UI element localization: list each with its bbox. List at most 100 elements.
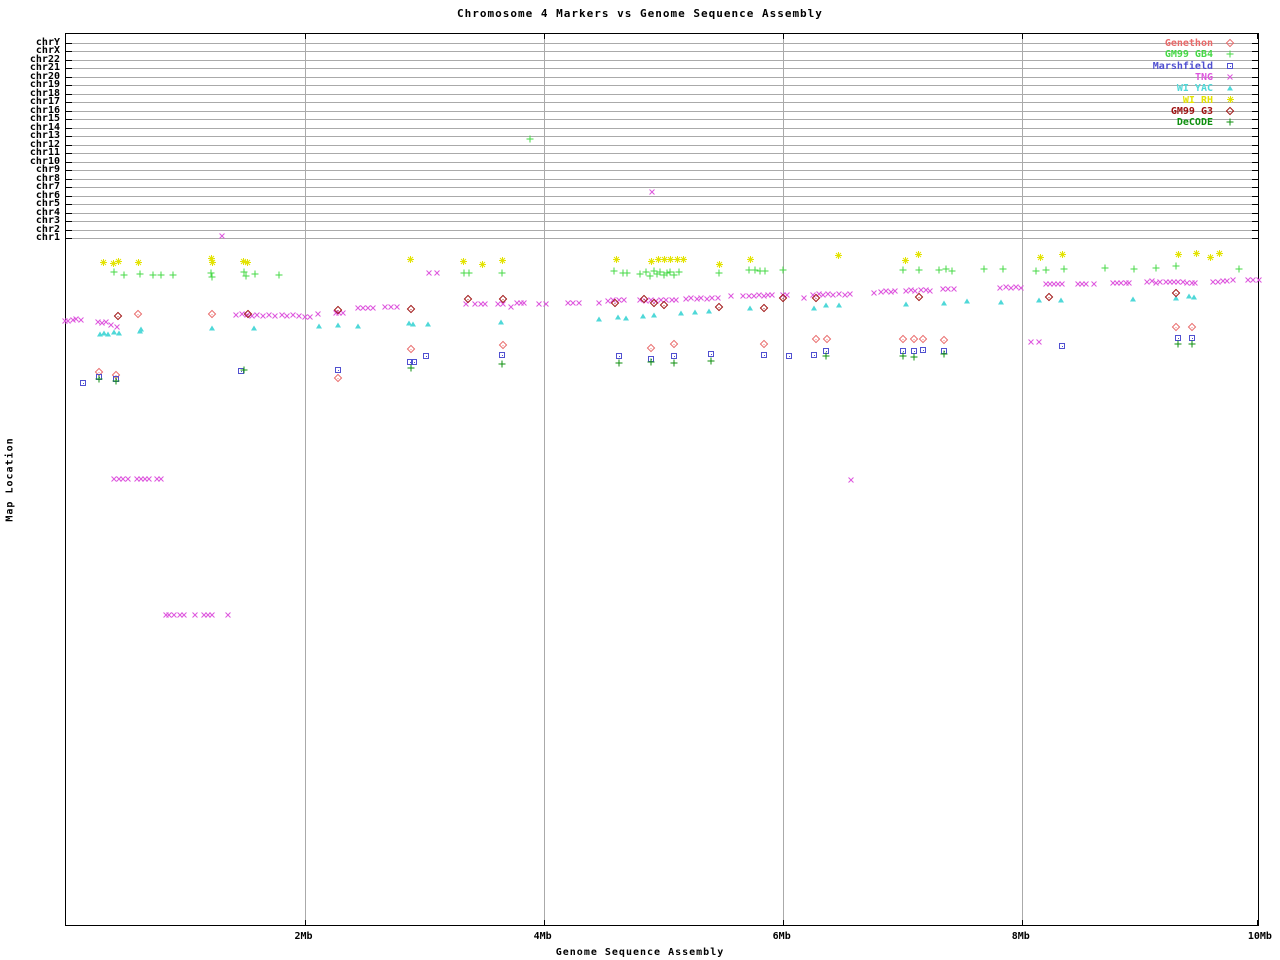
- : [1177, 340, 1179, 348]
- data-point-gm99-gb4: [623, 269, 631, 277]
- data-point-wi-rh: [407, 255, 415, 263]
- data-point-genethon: [498, 340, 508, 350]
- : [463, 269, 464, 277]
- gridline-horizontal: [66, 170, 1258, 172]
- data-point-marshfield: [670, 353, 677, 359]
- data-point-gm99-gb4: [169, 271, 177, 279]
- data-point-gm99-gb4: [149, 271, 157, 279]
- : [1175, 262, 1177, 270]
- : [501, 269, 503, 277]
- x-tick-mark: [1257, 34, 1258, 39]
- data-point-marshfield: [785, 353, 792, 359]
- data-point-wi-yac: [595, 316, 602, 322]
- chart-title: Chromosome 4 Markers vs Genome Sequence …: [457, 7, 823, 20]
- data-point-gm99-gb4: [999, 265, 1007, 273]
- legend-row: WI YAC: [66, 83, 1213, 94]
- data-point-tng: [541, 299, 551, 309]
- x-tick-label: 4Mb: [533, 931, 552, 942]
- data-point-wi-rh: [1037, 253, 1045, 261]
- data-point-gm99-gb4: [120, 271, 128, 279]
- : [1104, 264, 1106, 272]
- y-tick-mark: [1252, 221, 1258, 223]
- data-point-decode: [1174, 340, 1182, 348]
- : [945, 265, 947, 273]
- data-point-wi-rh: [1192, 249, 1200, 257]
- data-point-wi-yac: [623, 315, 630, 321]
- data-point-tng: [217, 231, 227, 241]
- data-point-decode: [112, 377, 120, 385]
- data-point-genethon: [822, 334, 832, 344]
- data-point-marshfield: [760, 352, 767, 358]
- data-point-wi-rh: [460, 257, 467, 265]
- data-point-decode: [707, 357, 715, 365]
- y-tick-mark: [1252, 43, 1258, 44]
- data-point-gm99-gb4: [915, 266, 923, 274]
- data-point-wi-yac: [692, 309, 699, 315]
- data-point-gm99-gb4: [136, 270, 144, 278]
- data-point-gm99-gb4: [1172, 262, 1180, 270]
- legend-label-wi-yac: WI YAC: [1176, 83, 1213, 95]
- : [673, 359, 675, 367]
- data-point-genethon: [333, 373, 343, 383]
- data-point-gm99-gb4: [526, 135, 534, 143]
- y-tick-mark: [1252, 110, 1258, 112]
- : [1035, 267, 1037, 275]
- legend-label-marshfield: Marshfield: [1152, 60, 1213, 72]
- data-point-decode: [240, 366, 248, 374]
- data-point-wi-yac: [998, 299, 1005, 305]
- legend-label-gm99-g3: GM99 G3: [1170, 105, 1213, 117]
- x-tick-mark: [782, 920, 784, 925]
- data-point-tng: [432, 268, 442, 278]
- data-point-gm99-g3: [1045, 292, 1054, 302]
- : [618, 359, 620, 367]
- data-point-legend-tng: [1225, 72, 1235, 82]
- data-point-gm99-g3: [715, 302, 724, 312]
- data-point-wi-yac: [1129, 296, 1136, 302]
- y-tick-mark: [1252, 195, 1258, 197]
- data-point-genethon: [939, 335, 949, 345]
- y-tick-mark: [66, 212, 72, 214]
- data-point-gm99-gb4: [251, 270, 259, 278]
- data-point-gm99-gb4: [899, 266, 907, 274]
- data-point-wi-yac: [963, 298, 970, 304]
- data-point-genethon: [406, 344, 416, 354]
- y-tick-mark: [1252, 161, 1258, 163]
- plot-area: Genethon GM99 GB4 Marshfield TNG WI YAC WI RH…: [62, 33, 1262, 926]
- data-point-decode: [670, 359, 678, 367]
- gridline-vertical: [1021, 34, 1023, 925]
- data-point-gm99-gb4: [275, 271, 283, 279]
- legend-label-decode: DeCODE: [1176, 117, 1213, 129]
- data-point-gm99-gb4: [1032, 267, 1040, 275]
- data-point-wi-yac: [209, 325, 216, 331]
- gridline-horizontal: [66, 136, 1258, 138]
- data-point-wi-yac: [116, 330, 123, 336]
- : [1238, 265, 1240, 273]
- : [1063, 265, 1065, 273]
- gridline-horizontal: [66, 204, 1258, 206]
- legend-label-gm99-gb4: GM99 GB4: [1164, 49, 1213, 61]
- : [1229, 50, 1231, 58]
- data-point-genethon: [811, 334, 821, 344]
- data-point-marshfield: [80, 380, 87, 386]
- : [160, 271, 162, 279]
- data-point-tng: [190, 610, 200, 620]
- data-point-gm99-gb4: [1060, 265, 1068, 273]
- gridline-horizontal: [66, 195, 1258, 197]
- data-point-genethon: [646, 343, 656, 353]
- data-point-gm99-gb4: [208, 273, 216, 281]
- : [918, 266, 920, 274]
- data-point-marshfield: [707, 351, 714, 357]
- data-point-marshfield: [810, 352, 817, 358]
- data-point-legend-gm99-gb4: [1226, 50, 1234, 58]
- data-point-genethon: [208, 309, 217, 319]
- data-point-decode: [899, 352, 907, 360]
- x-tick-label: 2Mb: [294, 931, 313, 942]
- data-point-tng: [1089, 279, 1099, 289]
- legend-label-genethon: Genethon: [1164, 38, 1213, 49]
- data-point-gm99-gb4: [110, 268, 118, 276]
- data-point-tng: [594, 298, 604, 308]
- data-point-gm99-gb4: [948, 267, 956, 275]
- data-point-wi-yac: [497, 319, 504, 325]
- y-tick-mark: [66, 178, 72, 180]
- : [951, 267, 953, 275]
